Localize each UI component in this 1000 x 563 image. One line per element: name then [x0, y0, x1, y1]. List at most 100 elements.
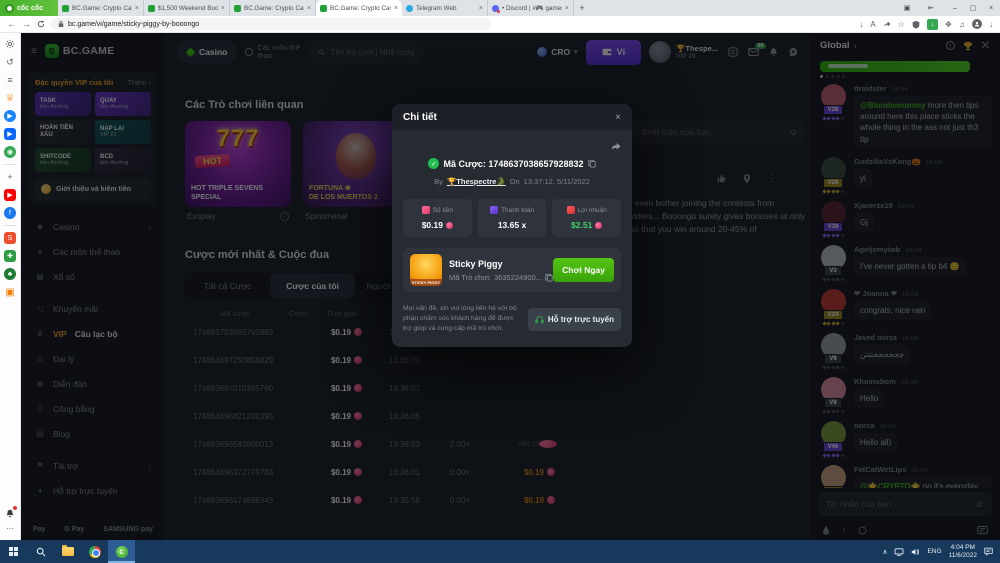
coccoc-brand[interactable]: cốc cốc — [0, 0, 58, 16]
volume-icon[interactable] — [911, 548, 920, 556]
add-app-icon[interactable]: + — [4, 171, 16, 183]
file-explorer-button[interactable] — [54, 540, 81, 563]
hot-trends-icon[interactable]: ♕ — [4, 92, 16, 104]
chat-username[interactable]: GodzillaVsKong🎃 — [854, 157, 921, 166]
avatar[interactable] — [821, 465, 846, 488]
sidebar-menu-item[interactable]: ◖ Hỗ trợ trực tuyến — [21, 478, 165, 503]
browser-tab[interactable]: BC.Game: Crypto Casino Gan × — [230, 0, 316, 16]
taskbar-search-button[interactable] — [27, 540, 54, 563]
tray-expand-icon[interactable]: ∧ — [882, 548, 887, 556]
kebab-menu-icon[interactable]: ⋮ — [768, 173, 777, 184]
chat-username[interactable]: norca — [854, 421, 874, 430]
action-center-icon[interactable] — [984, 547, 993, 556]
video-app-icon[interactable]: ▶ — [4, 128, 16, 140]
vip-tile[interactable]: TASK tiền thưởng — [35, 92, 91, 116]
vip-tile[interactable]: BCD tiền thưởng — [95, 148, 151, 172]
chat-username[interactable]: Javed mirza — [854, 333, 897, 342]
adblock-shield-icon[interactable] — [912, 20, 920, 29]
notification-bell-icon[interactable] — [5, 508, 15, 518]
chat-input[interactable]: ☺ — [818, 492, 992, 516]
close-button[interactable]: × — [982, 5, 1000, 12]
game-card[interactable]: 777 HOT HOT TRIPLE SEVENS SPECIAL Evopla… — [185, 121, 291, 221]
chrome-button[interactable] — [81, 540, 108, 563]
language-indicator[interactable]: ENG — [927, 548, 941, 555]
tab-close-icon[interactable]: × — [394, 5, 398, 12]
bet-slip-icon[interactable] — [728, 47, 738, 57]
sidebar-menu-item[interactable]: ◎ Đại lý — [21, 346, 165, 371]
share-icon[interactable] — [610, 141, 621, 151]
url-bar[interactable]: bc.game/vi/game/sticky-piggy-by-booongo — [51, 18, 491, 30]
gif-icon[interactable] — [858, 526, 867, 535]
sidebar-menu-item[interactable]: ◊ Công bằng — [21, 396, 165, 421]
clock[interactable]: 4:04 PM 11/6/2022 — [949, 544, 977, 560]
info-icon[interactable]: i — [280, 212, 289, 221]
emoji-smiley-icon[interactable]: ☺ — [975, 499, 984, 509]
chat-promo-banner[interactable] — [820, 61, 970, 72]
browser-tab[interactable]: Telegram Web × — [402, 0, 488, 16]
chat-info-icon[interactable]: i — [946, 41, 955, 50]
game-thumbnail[interactable]: STICKY PIGGY — [410, 254, 442, 286]
forward-button[interactable]: → — [22, 20, 31, 29]
games-gamepad-icon[interactable]: ◉ — [4, 146, 16, 158]
chat-username[interactable]: droidster — [854, 84, 887, 93]
table-row[interactable]: 174863696372775783 $0.19 13:36:01 0.00× … — [185, 458, 557, 486]
bookmark-star-icon[interactable]: ☆ — [898, 20, 905, 29]
tab-scroll-icon[interactable]: ⇤ — [922, 4, 940, 12]
browser-tab[interactable]: BC.Game: Crypto Casino Gan × — [316, 0, 402, 16]
maximize-button[interactable]: ▢ — [964, 4, 982, 12]
sidebar-menu-item[interactable]: ● Các môn thể thao — [21, 239, 165, 264]
rain-tip-icon[interactable] — [822, 526, 830, 535]
bets-tab[interactable]: Tất cả Cược — [185, 273, 270, 299]
messenger-icon[interactable]: ▶ — [4, 110, 16, 122]
tab-close-icon[interactable]: × — [221, 5, 225, 12]
chat-close-icon[interactable]: × — [981, 37, 990, 55]
chat-room-title[interactable]: Global — [820, 40, 850, 51]
youtube-icon[interactable]: ▶ — [4, 189, 16, 201]
sidebar-menu-item[interactable]: ▤ Blog — [21, 421, 165, 446]
hamburger-menu-icon[interactable]: ≡ — [31, 46, 37, 57]
tab-close-icon[interactable]: × — [565, 5, 569, 12]
copy-icon[interactable] — [588, 159, 596, 168]
wallet-button[interactable]: Ví — [586, 40, 642, 65]
more-options-icon[interactable]: ⋯ — [6, 524, 14, 533]
tab-close-icon[interactable]: × — [135, 5, 139, 12]
media-icon[interactable]: ♫ — [959, 20, 965, 29]
copy-icon[interactable] — [545, 273, 553, 282]
currency-selector[interactable]: CRO ▾ — [537, 47, 577, 57]
browser-tab[interactable]: $1,500 Weekend Booongo M × — [144, 0, 230, 16]
settings-gear-icon[interactable] — [4, 38, 16, 50]
vip-tile[interactable]: NẠP LẠI VIP 22 — [95, 120, 151, 144]
history-icon[interactable]: ↺ — [4, 56, 16, 68]
chat-username[interactable]: Khoinobom — [854, 377, 896, 386]
game-search[interactable] — [309, 40, 424, 64]
user-profile[interactable]: 🏆Thespe... VIP 29 — [649, 41, 718, 63]
facebook-icon[interactable]: f — [4, 207, 16, 219]
chat-username[interactable]: Ageijomyiwb — [854, 245, 900, 254]
browser-tab[interactable]: • Discord | #🎮 games | BC G × — [488, 0, 574, 16]
mention[interactable]: @Blondemommy — [860, 101, 926, 110]
extensions-icon[interactable]: ❖ — [945, 20, 952, 29]
search-input[interactable] — [330, 48, 415, 57]
game-thumbnail[interactable]: 777 HOT HOT TRIPLE SEVENS SPECIAL — [185, 121, 291, 207]
news-feed-icon[interactable]: ≡ — [4, 74, 16, 86]
vip-tile[interactable]: SHITCODE tiền thưởng — [35, 148, 91, 172]
sidebar-menu-item[interactable]: ⚑ Tài trợ › — [21, 453, 165, 478]
refresh-icon[interactable] — [37, 20, 45, 28]
translate-icon[interactable]: A — [870, 20, 875, 29]
tab-search-icon[interactable]: ▣ — [898, 4, 916, 12]
bcgame-logo[interactable]: B BC.GAME — [45, 44, 115, 58]
share-icon[interactable] — [883, 20, 891, 28]
tab-close-icon[interactable]: × — [307, 5, 311, 12]
bettor-name-link[interactable]: 🏆Thespectre🐊 — [447, 177, 506, 186]
save-page-icon[interactable]: ↓ — [859, 20, 863, 29]
chat-username[interactable]: Xjacerzx19 — [854, 201, 893, 210]
sidebar-menu-item[interactable]: ◉ Diễn đàn — [21, 371, 165, 396]
cart-icon[interactable]: ▣ — [4, 286, 16, 298]
vip-tile[interactable]: QUAY tiền thưởng — [95, 92, 151, 116]
vip-more-link[interactable]: Thêm › — [127, 78, 151, 87]
table-row[interactable]: 174863696583960013 $0.19 13:36:03 2.00× … — [185, 430, 557, 458]
dislike-pin-icon[interactable] — [743, 174, 751, 184]
chat-username[interactable]: FatCatWetLips — [854, 465, 906, 474]
sports-nav-button[interactable]: Các môn thể thao — [245, 44, 301, 61]
play-now-button[interactable]: Chơi Ngay — [553, 258, 614, 282]
